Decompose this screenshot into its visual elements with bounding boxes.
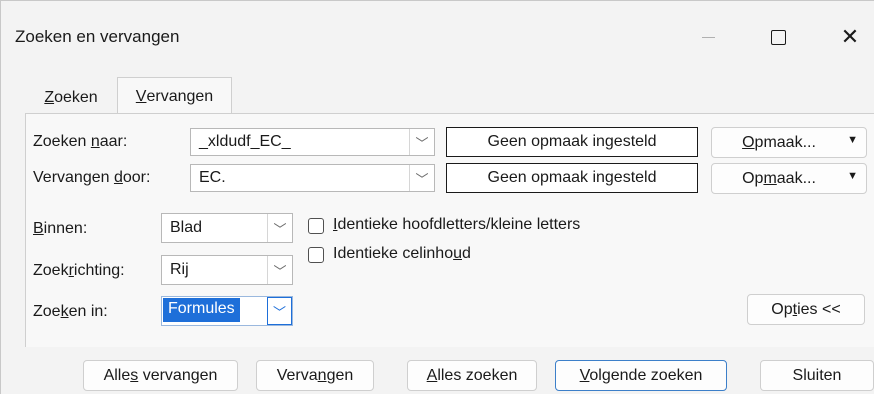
- direction-select[interactable]: Rij ﹀: [161, 255, 293, 285]
- close-button[interactable]: Sluiten: [760, 360, 874, 391]
- replace-button[interactable]: Vervangen: [256, 360, 374, 391]
- options-button[interactable]: Opties <<: [747, 294, 865, 325]
- maximize-button[interactable]: [751, 15, 805, 59]
- replace-combobox[interactable]: EC. ﹀: [190, 164, 435, 192]
- close-icon: ✕: [840, 24, 860, 49]
- find-format-preview: Geen opmaak ingesteld: [446, 127, 698, 157]
- dialog-title: Zoeken en vervangen: [15, 27, 180, 46]
- find-replace-dialog: Zoeken en vervangen ✕ Zoeken Vervangen Z…: [0, 0, 874, 394]
- replace-all-button[interactable]: Alles vervangen: [83, 360, 238, 391]
- replace-panel: Zoeken naar: _xldudf_EC_ ﹀ Geen opmaak i…: [25, 113, 874, 347]
- match-case-checkbox[interactable]: [308, 218, 324, 234]
- chevron-down-icon[interactable]: ﹀: [267, 297, 292, 325]
- replace-label: Vervangen door:: [33, 169, 151, 186]
- lookin-label: Zoeken in:: [33, 303, 108, 320]
- replace-format-preview: Geen opmaak ingesteld: [446, 163, 698, 193]
- minimize-button[interactable]: [681, 15, 735, 59]
- title-bar: Zoeken en vervangen ✕: [1, 1, 874, 67]
- match-case-label[interactable]: Identieke hoofdletters/kleine letters: [333, 216, 580, 234]
- find-all-button[interactable]: Alles zoeken: [407, 360, 537, 391]
- tab-vervangen[interactable]: Vervangen: [117, 77, 232, 115]
- match-cell-checkbox[interactable]: [308, 247, 324, 263]
- replace-format-button[interactable]: Opmaak... ▼: [711, 163, 867, 194]
- chevron-down-icon[interactable]: ﹀: [267, 256, 292, 284]
- find-combobox[interactable]: _xldudf_EC_ ﹀: [190, 128, 435, 156]
- close-window-button[interactable]: ✕: [823, 15, 874, 59]
- direction-label: Zoekrichting:: [33, 262, 125, 279]
- find-format-button[interactable]: Opmaak... ▼: [711, 127, 867, 158]
- within-label: Binnen:: [33, 220, 88, 237]
- chevron-down-icon[interactable]: ﹀: [267, 214, 292, 242]
- chevron-down-icon[interactable]: ﹀: [409, 129, 434, 155]
- minimize-icon: [701, 36, 715, 38]
- replace-input[interactable]: EC.: [199, 169, 226, 187]
- maximize-icon: [770, 29, 786, 45]
- match-cell-label[interactable]: Identieke celinhoud: [333, 245, 471, 263]
- find-input[interactable]: _xldudf_EC_: [199, 133, 291, 151]
- find-label: Zoeken naar:: [33, 133, 128, 150]
- tab-zoeken[interactable]: Zoeken: [25, 77, 117, 113]
- chevron-down-icon[interactable]: ﹀: [409, 165, 434, 191]
- dropdown-arrow-icon: ▼: [847, 170, 858, 182]
- find-next-button[interactable]: Volgende zoeken: [555, 360, 727, 391]
- within-select[interactable]: Blad ﹀: [161, 213, 293, 243]
- dropdown-arrow-icon: ▼: [847, 134, 858, 146]
- lookin-select[interactable]: Formules ﹀: [161, 296, 293, 326]
